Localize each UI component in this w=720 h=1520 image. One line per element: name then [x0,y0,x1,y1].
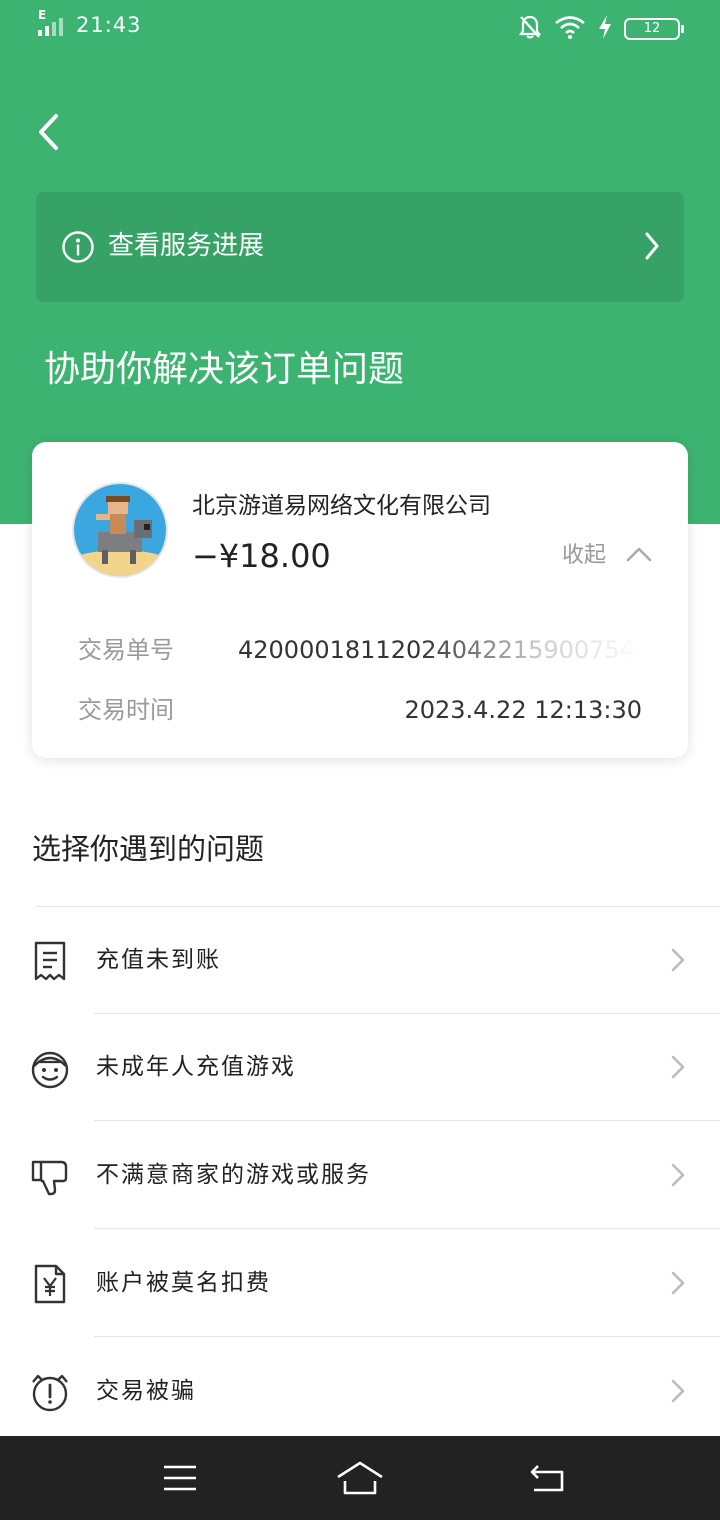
transaction-time-row: 交易时间 2023.4.22 12:13:30 [78,690,642,730]
order-amount: −¥18.00 [192,537,331,575]
issue-item-unexpected-charge[interactable]: 账户被莫名扣费 [0,1230,720,1337]
chevron-up-icon [626,546,652,566]
clock: 21:43 [76,13,142,37]
receipt-icon [28,939,72,983]
chevron-right-icon [670,1054,686,1084]
back-icon [530,1465,564,1492]
signal-icon: E [38,8,68,38]
back-arrow-icon [39,114,58,150]
row-divider [94,1336,720,1337]
back-nav-button[interactable] [518,1450,578,1506]
status-bar: E 21:43 12 [0,0,720,54]
collapse-toggle[interactable]: 收起 [562,538,652,574]
chevron-right-icon [670,1378,686,1408]
info-circle-icon [62,231,94,267]
issue-item-unsatisfied-service[interactable]: 不满意商家的游戏或服务 [0,1122,720,1229]
service-progress-button[interactable]: 查看服务进展 [36,192,684,302]
transaction-id-row: 交易单号 42000018112024042215900754 [78,630,642,670]
collapse-label: 收起 [562,543,607,568]
child-face-icon [28,1046,72,1090]
transaction-time-value: 2023.4.22 12:13:30 [404,696,642,724]
issue-label: 充值未到账 [96,947,221,973]
yuan-document-icon [28,1262,72,1306]
merchant-avatar [72,482,168,578]
issue-label: 未成年人充值游戏 [96,1054,296,1080]
order-card: 北京游道易网络文化有限公司 −¥18.00 收起 交易单号 4200001811… [32,442,688,758]
issue-label: 不满意商家的游戏或服务 [96,1162,371,1188]
issue-item-scammed[interactable]: 交易被骗 [0,1338,720,1445]
home-icon [337,1461,383,1495]
thumbs-down-icon [28,1154,72,1198]
screen: { "status_bar": { "network": "E", "time"… [0,0,720,1520]
menu-button[interactable] [150,1450,210,1506]
transaction-id-label: 交易单号 [78,636,174,664]
menu-icon [164,1465,196,1491]
system-nav-bar [0,1436,720,1520]
issue-label: 账户被莫名扣费 [96,1270,271,1296]
row-divider [94,1120,720,1121]
chevron-right-icon [644,231,660,265]
back-button[interactable] [24,108,72,156]
charging-icon [598,15,612,43]
issues-title: 选择你遇到的问题 [32,832,265,866]
transaction-id-value: 42000018112024042215900754 [238,636,636,664]
service-progress-label: 查看服务进展 [108,231,265,261]
transaction-time-label: 交易时间 [78,696,174,724]
issue-item-recharge-not-received[interactable]: 充值未到账 [0,907,720,1014]
chevron-right-icon [670,947,686,977]
mute-icon [518,14,542,44]
chevron-right-icon [670,1270,686,1300]
issue-item-minor-recharge[interactable]: 未成年人充值游戏 [0,1014,720,1121]
status-right: 12 [518,14,684,44]
battery-icon: 12 [624,18,684,40]
merchant-name: 北京游道易网络文化有限公司 [192,493,491,519]
network-type: E [38,8,47,22]
home-button[interactable] [330,1450,390,1506]
alert-icon [28,1370,72,1414]
chevron-right-icon [670,1162,686,1192]
row-divider [94,1228,720,1229]
status-left: E 21:43 [38,8,142,38]
page-title: 协助你解决该订单问题 [44,349,405,390]
issue-label: 交易被骗 [96,1378,196,1404]
wifi-icon [554,15,586,43]
